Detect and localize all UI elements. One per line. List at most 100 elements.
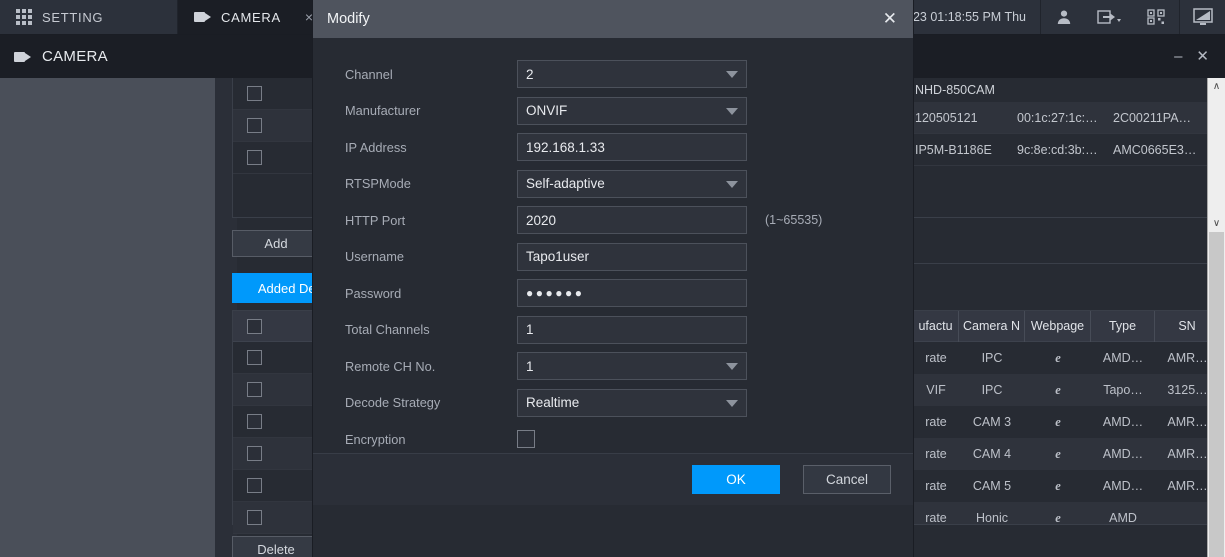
dialog-title-bar[interactable]: Modify ✕ <box>313 0 913 38</box>
column-header-camera-name[interactable]: Camera N <box>959 311 1025 342</box>
divider <box>913 263 1224 264</box>
row-checkbox[interactable] <box>247 118 262 133</box>
delete-button[interactable]: Delete <box>232 536 320 557</box>
cell-type: AMD… <box>1102 351 1144 365</box>
label-encryption: Encryption <box>345 431 406 447</box>
encryption-checkbox[interactable] <box>517 430 535 449</box>
tab-setting[interactable]: SETTING <box>0 0 178 34</box>
device-model-header: NHD-850CAM <box>915 83 995 97</box>
password-masked-value: ●●●●●● <box>526 286 585 301</box>
column-header-manufacturer[interactable]: ufactu <box>913 311 959 342</box>
webpage-link-icon[interactable]: e <box>1025 351 1091 366</box>
camera-icon <box>14 51 31 62</box>
total-channels-wrap: 1 <box>517 315 747 344</box>
table-row[interactable]: VIF IPC e Tapo… 3125… <box>913 374 1224 406</box>
cell-model: 120505121 <box>915 110 978 125</box>
ip-address-wrap: 192.168.1.33 <box>517 133 747 162</box>
user-icon[interactable] <box>1041 0 1087 34</box>
channel-select[interactable]: 2 <box>517 60 747 89</box>
row-checkbox[interactable] <box>247 86 262 101</box>
window-controls: – ✕ <box>1174 35 1217 78</box>
webpage-link-icon[interactable]: e <box>1025 415 1091 430</box>
label-ip-address: IP Address <box>345 139 407 155</box>
row-checkbox[interactable] <box>247 382 262 397</box>
label-decode-strategy: Decode Strategy <box>345 395 441 411</box>
table-row[interactable]: rate Honic e AMD <box>913 502 1224 525</box>
cell-mac: 9c:8e:cd:3b:… <box>1017 142 1098 157</box>
field-row-password: Password ●●●●●● <box>313 275 913 312</box>
scrollbar-thumb[interactable] <box>1209 232 1224 557</box>
dialog-body: Channel 2 Manufacturer ONVIF IP Address … <box>313 38 913 505</box>
http-port-range-hint: (1~65535) <box>765 213 823 228</box>
cell-manufacturer: rate <box>925 351 947 365</box>
field-row-decode-strategy: Decode Strategy Realtime <box>313 385 913 422</box>
total-channels-input[interactable]: 1 <box>517 315 747 344</box>
rtsp-mode-select-wrap: Self-adaptive <box>517 169 747 198</box>
tab-setting-label: SETTING <box>42 9 104 25</box>
cell-type: AMD… <box>1102 479 1144 493</box>
chevron-down-icon[interactable] <box>726 399 738 407</box>
label-total-channels: Total Channels <box>345 322 430 338</box>
column-header-webpage[interactable]: Webpage <box>1025 311 1091 342</box>
close-icon[interactable]: ✕ <box>881 10 899 29</box>
row-checkbox[interactable] <box>247 414 262 429</box>
webpage-link-icon[interactable]: e <box>1025 479 1091 494</box>
row-checkbox[interactable] <box>247 150 262 165</box>
cell-type: AMD <box>1109 511 1137 525</box>
tab-camera[interactable]: CAMERA × <box>178 0 331 34</box>
row-checkbox[interactable] <box>247 478 262 493</box>
field-row-ip-address: IP Address 192.168.1.33 <box>313 129 913 166</box>
camera-icon <box>194 12 211 22</box>
chevron-down-icon[interactable] <box>726 180 738 188</box>
label-manufacturer: Manufacturer <box>345 103 421 119</box>
http-port-input[interactable]: 2020 <box>517 206 747 235</box>
minimize-button[interactable]: – <box>1174 49 1182 64</box>
http-port-wrap: 2020 <box>517 206 747 235</box>
device-list-visible: NHD-850CAM 120505121 00:1c:27:1c:… 2C002… <box>913 78 1225 218</box>
webpage-link-icon[interactable]: e <box>1025 447 1091 462</box>
table-row[interactable]: rate CAM 3 e AMD… AMR… <box>913 406 1224 438</box>
add-button[interactable]: Add <box>232 230 320 257</box>
rtsp-mode-select[interactable]: Self-adaptive <box>517 169 747 198</box>
close-button[interactable]: ✕ <box>1196 49 1209 64</box>
chevron-down-icon[interactable] <box>726 71 738 79</box>
qrcode-icon[interactable] <box>1133 0 1179 34</box>
username-input[interactable]: Tapo1user <box>517 242 747 271</box>
table-row[interactable]: 120505121 00:1c:27:1c:… 2C00211PA… <box>913 102 1224 134</box>
scroll-up-icon[interactable]: ∧ <box>1208 78 1225 95</box>
select-all-checkbox[interactable] <box>247 318 262 334</box>
ip-address-input[interactable]: 192.168.1.33 <box>517 133 747 162</box>
table-header-row: ufactu Camera N Webpage Type SN <box>913 311 1224 342</box>
topbar-icon-group <box>1040 0 1225 34</box>
row-checkbox[interactable] <box>247 350 262 365</box>
username-wrap: Tapo1user <box>517 242 747 271</box>
cell-manufacturer: rate <box>925 479 947 493</box>
table-row[interactable]: IP5M-B1186E 9c:8e:cd:3b:… AMC0665E3… <box>913 134 1224 166</box>
row-checkbox[interactable] <box>247 446 262 461</box>
field-row-rtsp-mode: RTSPMode Self-adaptive <box>313 166 913 203</box>
decode-strategy-select-wrap: Realtime <box>517 388 747 417</box>
remote-ch-no-select[interactable]: 1 <box>517 352 747 381</box>
page-title: CAMERA <box>42 48 108 65</box>
webpage-link-icon[interactable]: e <box>1025 383 1091 398</box>
ok-button[interactable]: OK <box>692 465 780 494</box>
table-row[interactable]: rate CAM 4 e AMD… AMR… <box>913 438 1224 470</box>
password-input[interactable]: ●●●●●● <box>517 279 747 308</box>
cell-type: AMD… <box>1102 415 1144 429</box>
cancel-button[interactable]: Cancel <box>803 465 891 494</box>
channel-select-wrap: 2 <box>517 60 747 89</box>
chevron-down-icon[interactable] <box>726 107 738 115</box>
table-row[interactable]: rate IPC e AMD… AMR… <box>913 342 1224 374</box>
column-header-type[interactable]: Type <box>1091 311 1155 342</box>
webpage-link-icon[interactable]: e <box>1025 511 1091 525</box>
display-icon[interactable] <box>1179 0 1225 34</box>
decode-strategy-select[interactable]: Realtime <box>517 388 747 417</box>
manufacturer-select[interactable]: ONVIF <box>517 96 747 125</box>
row-checkbox[interactable] <box>247 510 262 525</box>
table-row[interactable]: rate CAM 5 e AMD… AMR… <box>913 470 1224 502</box>
scroll-down-icon[interactable]: ∨ <box>1208 215 1225 232</box>
chevron-down-icon[interactable] <box>726 363 738 371</box>
label-remote-ch-no: Remote CH No. <box>345 358 436 374</box>
logout-icon[interactable] <box>1087 0 1133 34</box>
page-scrollbar[interactable]: ∧ ∨ <box>1207 78 1225 557</box>
